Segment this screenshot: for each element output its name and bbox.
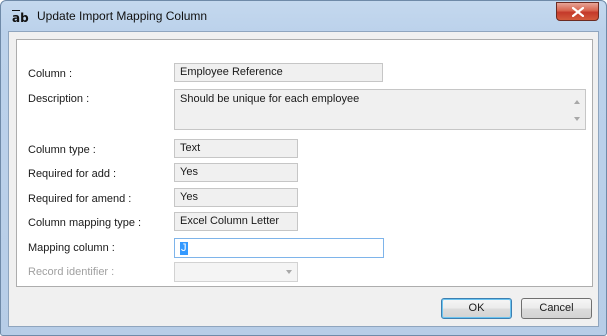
column-label: Column : xyxy=(28,68,73,80)
close-button[interactable] xyxy=(556,2,599,21)
required-amend-label: Required for amend : xyxy=(28,193,132,205)
mapping-column-input[interactable]: J xyxy=(174,238,384,258)
ok-button[interactable]: OK xyxy=(441,298,512,319)
mapping-type-label: Column mapping type : xyxy=(28,217,142,229)
description-scrollbar[interactable] xyxy=(570,90,585,129)
description-value: Should be unique for each employee xyxy=(180,93,360,105)
description-label: Description : xyxy=(28,93,90,105)
cancel-button[interactable]: Cancel xyxy=(521,298,592,319)
required-amend-value: Yes xyxy=(174,188,298,207)
text-field-ab-icon: ab xyxy=(12,10,29,25)
required-add-value: Yes xyxy=(174,163,298,182)
scroll-up-arrow-icon[interactable] xyxy=(574,100,580,104)
description-field[interactable]: Should be unique for each employee xyxy=(174,89,586,130)
scroll-down-arrow-icon[interactable] xyxy=(574,117,580,121)
required-add-label: Required for add : xyxy=(28,168,117,180)
chevron-down-icon[interactable] xyxy=(286,270,292,274)
mapping-column-value: J xyxy=(180,242,188,255)
mapping-column-label: Mapping column : xyxy=(28,242,115,254)
record-identifier-select[interactable] xyxy=(174,262,298,282)
title-bar[interactable]: ab Update Import Mapping Column xyxy=(1,1,606,31)
dialog-window: ab Update Import Mapping Column Column :… xyxy=(0,0,607,336)
column-type-value: Text xyxy=(174,139,298,158)
close-x-icon xyxy=(572,7,584,17)
mapping-type-value: Excel Column Letter xyxy=(174,212,298,231)
fields-panel: Column : Employee Reference Description … xyxy=(16,39,593,287)
column-value: Employee Reference xyxy=(174,63,383,82)
record-identifier-label: Record identifier : xyxy=(28,266,115,278)
column-type-label: Column type : xyxy=(28,144,96,156)
dialog-body: Column : Employee Reference Description … xyxy=(8,31,599,327)
dialog-title: Update Import Mapping Column xyxy=(37,9,208,23)
